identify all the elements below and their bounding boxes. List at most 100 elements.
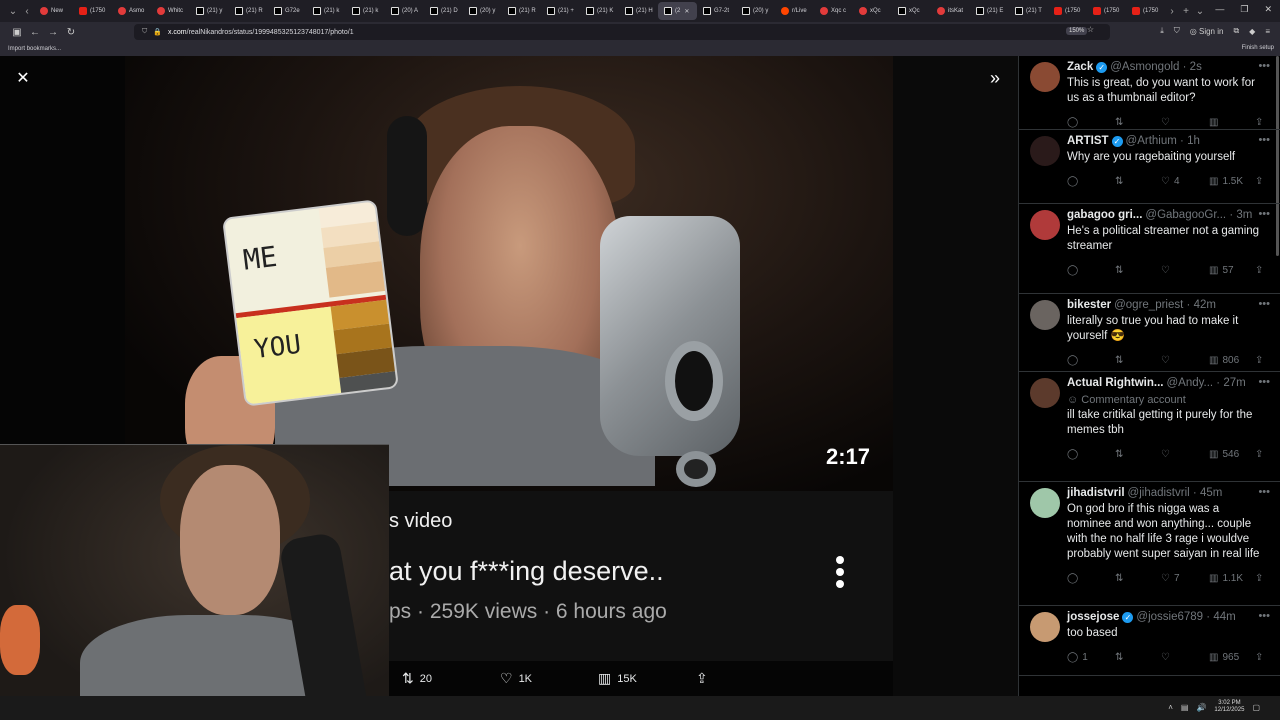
reply-button[interactable]: ◯ — [1067, 449, 1082, 460]
avatar[interactable] — [1030, 378, 1060, 408]
share-button[interactable]: ⇪ — [1255, 573, 1263, 584]
browser-tab[interactable]: (21) T — [1009, 2, 1048, 20]
views-button[interactable]: ▥ 546 — [1209, 449, 1239, 460]
new-tab-icon[interactable]: + — [1179, 4, 1193, 18]
reply-handle[interactable]: @ogre_priest — [1114, 299, 1183, 311]
reply-time[interactable]: 1h — [1187, 135, 1200, 147]
reply-author-name[interactable]: ARTIST — [1067, 135, 1109, 147]
tab-close-icon[interactable]: ✕ — [684, 8, 689, 15]
pocket-icon[interactable]: ⛉ — [1174, 26, 1180, 36]
like-button[interactable]: ♡ — [1161, 355, 1174, 366]
reply-time[interactable]: 42m — [1194, 299, 1216, 311]
views-button[interactable]: ▥ 1.5K — [1209, 176, 1243, 187]
browser-tab[interactable]: Xqc c — [814, 2, 853, 20]
more-icon[interactable]: ••• — [1258, 610, 1270, 622]
retweet-button[interactable]: ⇅ — [1115, 117, 1127, 128]
more-icon[interactable]: ••• — [1258, 134, 1270, 146]
more-options-icon[interactable] — [836, 556, 846, 588]
star-icon[interactable]: ☆ — [1087, 25, 1094, 34]
browser-tab[interactable]: (21) D — [424, 2, 463, 20]
share-button[interactable]: ⇪ — [696, 670, 708, 687]
minimize-icon[interactable]: — — [1215, 4, 1224, 15]
avatar[interactable] — [1030, 136, 1060, 166]
views-button[interactable]: ▥ 806 — [1209, 355, 1239, 366]
download-icon[interactable]: ⤓ — [1160, 26, 1164, 36]
share-button[interactable]: ⇪ — [1255, 652, 1263, 663]
more-icon[interactable]: ••• — [1258, 486, 1270, 498]
like-button[interactable]: ♡ 4 — [1161, 176, 1180, 187]
tab-scroll-right-icon[interactable]: › — [1165, 4, 1179, 18]
more-icon[interactable]: ••• — [1258, 376, 1270, 388]
views-button[interactable]: ▥ 1.1K — [1209, 573, 1243, 584]
share-button[interactable]: ⇪ — [1255, 449, 1263, 460]
retweet-button[interactable]: ⇅ — [1115, 265, 1127, 276]
reply-author-name[interactable]: bikester — [1067, 299, 1111, 311]
share-button[interactable]: ⇪ — [1255, 355, 1263, 366]
like-button[interactable]: ♡ 7 — [1161, 573, 1180, 584]
browser-tab[interactable]: Asmo — [112, 2, 151, 20]
reply-handle[interactable]: @GabagooGr... — [1145, 209, 1226, 221]
tab-scroll-left-icon[interactable]: ‹ — [20, 4, 34, 18]
reply-time[interactable]: 44m — [1213, 611, 1235, 623]
avatar[interactable] — [1030, 612, 1060, 642]
reply-handle[interactable]: @jihadistvril — [1128, 487, 1190, 499]
reply-tweet[interactable]: Actual Rightwin... @Andy... · 27m ••• ☺ Com… — [1019, 372, 1280, 482]
reply-button[interactable]: ◯ — [1067, 117, 1082, 128]
sidebar-icon[interactable]: ▣ — [8, 27, 26, 38]
menu-icon[interactable]: ≡ — [1265, 27, 1270, 36]
reply-author-name[interactable]: Zack — [1067, 61, 1093, 73]
browser-tab[interactable]: G72e — [268, 2, 307, 20]
avatar[interactable] — [1030, 62, 1060, 92]
browser-tab[interactable]: (21) R — [229, 2, 268, 20]
browser-tab[interactable]: (21) y — [190, 2, 229, 20]
avatar[interactable] — [1030, 300, 1060, 330]
reply-handle[interactable]: @Arthium — [1126, 135, 1177, 147]
reply-author-name[interactable]: Actual Rightwin... — [1067, 377, 1163, 389]
reply-tweet[interactable]: jihadistvril @jihadistvril · 45m ••• On god… — [1019, 482, 1280, 606]
reply-tweet[interactable]: bikester @ogre_priest · 42m ••• literally s… — [1019, 294, 1280, 372]
retweet-button[interactable]: ⇅ — [1115, 355, 1127, 366]
browser-tab[interactable]: (1750 — [1087, 2, 1126, 20]
close-window-icon[interactable]: ✕ — [1264, 4, 1272, 15]
more-icon[interactable]: ••• — [1258, 60, 1270, 72]
like-button[interactable]: ♡ — [1161, 652, 1174, 663]
like-button[interactable]: ♡ — [1161, 117, 1174, 128]
extensions-icon[interactable]: ⧉ — [1233, 26, 1239, 36]
reply-author-name[interactable]: jihadistvril — [1067, 487, 1125, 499]
expand-sidebar-icon[interactable]: » — [983, 67, 1007, 91]
browser-tab[interactable]: (2 ✕ — [658, 2, 697, 20]
browser-tab[interactable]: (20) A — [385, 2, 424, 20]
reply-button[interactable]: ◯ — [1067, 265, 1082, 276]
zoom-level[interactable]: 150% — [1066, 27, 1088, 35]
browser-tab[interactable]: (21) k — [346, 2, 385, 20]
like-button[interactable]: ♡ — [1161, 265, 1174, 276]
clock[interactable]: 3:02 PM 12/12/2025 — [1214, 700, 1244, 714]
views-button[interactable]: ▥ 15K — [598, 670, 637, 687]
reply-time[interactable]: 27m — [1223, 377, 1245, 389]
like-button[interactable]: ♡ 1K — [500, 670, 532, 687]
reply-tweet[interactable]: jossejose ✓ @jossie6789 · 44m ••• too based ◯… — [1019, 606, 1280, 676]
replies-panel[interactable]: Zack ✓ @Asmongold · 2s ••• This is great, do… — [1018, 56, 1280, 696]
tab-list-icon[interactable]: ⌄ — [6, 4, 20, 18]
reply-handle[interactable]: @Andy... — [1166, 377, 1213, 389]
address-bar[interactable]: ⛉ 🔒 x.com /realNikandros/status/19994853… — [134, 24, 1110, 40]
shield-icon[interactable]: ⛉ — [142, 28, 147, 36]
browser-tab[interactable]: G7-2t — [697, 2, 736, 20]
browser-tab[interactable]: (20) y — [463, 2, 502, 20]
notification-icon[interactable]: ▢ — [1252, 703, 1260, 712]
retweet-button[interactable]: ⇅ — [1115, 176, 1127, 187]
browser-tab[interactable]: xQc — [853, 2, 892, 20]
browser-tab[interactable]: Whitc — [151, 2, 190, 20]
reply-tweet[interactable]: Zack ✓ @Asmongold · 2s ••• This is great, do… — [1019, 56, 1280, 130]
reply-time[interactable]: 2s — [1190, 61, 1202, 73]
avatar[interactable] — [1030, 210, 1060, 240]
browser-tab[interactable]: itsKat — [931, 2, 970, 20]
browser-tab[interactable]: r/Live — [775, 2, 814, 20]
reply-tweet[interactable]: gabagoo gri... @GabagooGr... · 3m ••• He's … — [1019, 204, 1280, 294]
browser-tab[interactable]: (21) k — [307, 2, 346, 20]
reply-author-name[interactable]: jossejose — [1067, 611, 1119, 623]
reply-handle[interactable]: @jossie6789 — [1136, 611, 1203, 623]
browser-tab[interactable]: (1750 — [1126, 2, 1165, 20]
share-button[interactable]: ⇪ — [1255, 117, 1263, 128]
browser-tab[interactable]: (21) H — [619, 2, 658, 20]
